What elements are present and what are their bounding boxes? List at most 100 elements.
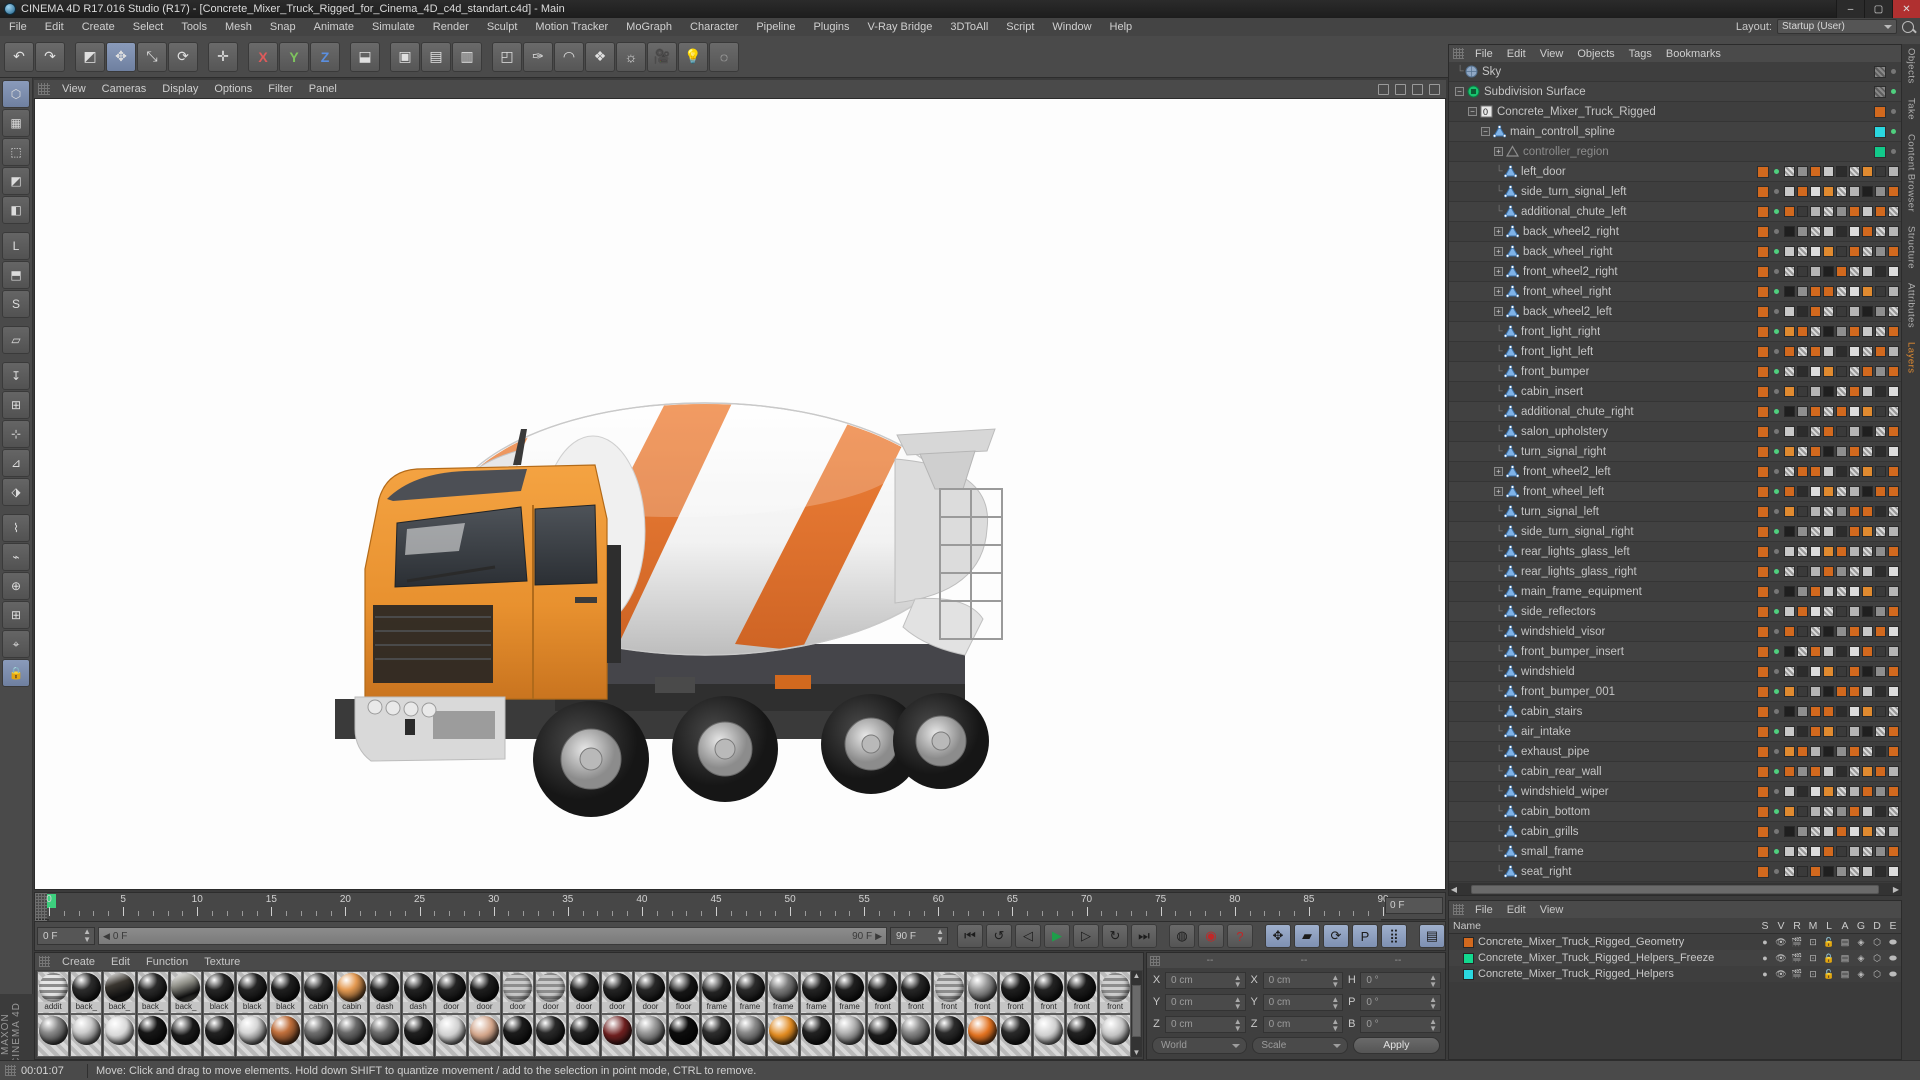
material-cell[interactable]: [833, 1014, 866, 1057]
material-tag[interactable]: [1849, 626, 1860, 637]
material-tag[interactable]: [1784, 626, 1795, 637]
light-button[interactable]: 💡: [678, 41, 708, 72]
material-tag[interactable]: [1862, 726, 1873, 737]
viewport-menu-panel[interactable]: Panel: [301, 83, 345, 95]
spinner-icon[interactable]: ▲ ▼: [83, 928, 91, 944]
material-cell[interactable]: [700, 1014, 733, 1057]
material-tag[interactable]: [1810, 326, 1821, 337]
material-tag[interactable]: [1784, 466, 1795, 477]
viewport-menu-view[interactable]: View: [54, 83, 94, 95]
material-tag[interactable]: [1797, 726, 1808, 737]
material-tag[interactable]: [1797, 386, 1808, 397]
points-mode-button[interactable]: ⬚: [2, 138, 30, 166]
material-tag[interactable]: [1888, 206, 1899, 217]
material-tag[interactable]: [1836, 346, 1847, 357]
material-tag[interactable]: [1784, 846, 1795, 857]
material-tag[interactable]: [1797, 566, 1808, 577]
material-tag[interactable]: [1888, 426, 1899, 437]
table-row[interactable]: └ additional_chute_left: [1449, 202, 1901, 222]
material-tag[interactable]: [1810, 186, 1821, 197]
material-tag[interactable]: [1875, 566, 1886, 577]
material-tag[interactable]: [1836, 326, 1847, 337]
material-tag[interactable]: [1797, 666, 1808, 677]
layer-toggle-e[interactable]: ⬬: [1885, 969, 1901, 980]
hscroll-thumb[interactable]: [1471, 884, 1879, 894]
material-tag[interactable]: [1810, 286, 1821, 297]
material-cell[interactable]: [1032, 1014, 1065, 1057]
material-manager-panel[interactable]: Create Edit Function Texture addit back_ back…: [34, 952, 1144, 1060]
enable-axis-button[interactable]: ⬒: [2, 261, 30, 289]
material-tag[interactable]: [1875, 506, 1886, 517]
material-tag[interactable]: [1823, 846, 1834, 857]
material-tag[interactable]: [1810, 306, 1821, 317]
material-cell[interactable]: [136, 1014, 169, 1057]
material-tag[interactable]: [1810, 606, 1821, 617]
table-row[interactable]: └ front_light_left: [1449, 342, 1901, 362]
material-tag[interactable]: [1888, 606, 1899, 617]
timeline-button[interactable]: ▤: [1419, 924, 1445, 948]
material-tag[interactable]: [1784, 766, 1795, 777]
material-tag[interactable]: [1784, 446, 1795, 457]
material-tag[interactable]: [1836, 206, 1847, 217]
material-tag[interactable]: [1875, 426, 1886, 437]
material-tag[interactable]: [1888, 746, 1899, 757]
coordinates-menu[interactable]: -- -- --: [1147, 953, 1445, 968]
layer-toggle-a[interactable]: ▤: [1837, 937, 1853, 948]
material-tag[interactable]: [1836, 526, 1847, 537]
coordinate-row[interactable]: X0 cm ▲ ▼ X 0 cm ▲ ▼ H 0 ° ▲ ▼: [1147, 970, 1445, 990]
layer-toggle-s[interactable]: ●: [1757, 937, 1773, 947]
material-tag[interactable]: [1823, 266, 1834, 277]
menu-item-3dtoall[interactable]: 3DToAll: [941, 18, 997, 36]
layer-tag[interactable]: [1757, 405, 1769, 418]
material-tag[interactable]: [1888, 286, 1899, 297]
visibility-dot[interactable]: [1774, 849, 1779, 854]
material-tag[interactable]: [1823, 366, 1834, 377]
material-tag[interactable]: [1888, 686, 1899, 697]
panel-grip-icon[interactable]: [1453, 48, 1464, 59]
material-tag[interactable]: [1836, 606, 1847, 617]
layer-tag[interactable]: [1757, 685, 1769, 698]
material-tag[interactable]: [1836, 426, 1847, 437]
material-tag[interactable]: [1862, 666, 1873, 677]
object-tags[interactable]: [1757, 705, 1899, 718]
layer-tag[interactable]: [1757, 705, 1769, 718]
lock-z-axis-button[interactable]: Z: [310, 41, 340, 72]
visibility-dot[interactable]: [1774, 789, 1779, 794]
material-tag[interactable]: [1797, 706, 1808, 717]
layer-tag[interactable]: [1757, 445, 1769, 458]
material-cell[interactable]: [169, 1014, 202, 1057]
poly-snap-button[interactable]: ⬗: [2, 478, 30, 506]
render-view-button[interactable]: ▣: [390, 41, 420, 72]
material-tag[interactable]: [1862, 426, 1873, 437]
material-tag[interactable]: [1875, 346, 1886, 357]
material-tag[interactable]: [1823, 626, 1834, 637]
material-tag[interactable]: [1888, 306, 1899, 317]
material-tag[interactable]: [1875, 766, 1886, 777]
material-tag[interactable]: [1810, 446, 1821, 457]
material-tag[interactable]: [1875, 726, 1886, 737]
material-tag[interactable]: [1888, 406, 1899, 417]
object-tags[interactable]: [1757, 445, 1899, 458]
material-tag[interactable]: [1862, 326, 1873, 337]
layer-toggle-s[interactable]: ●: [1757, 953, 1773, 963]
spinner-icon[interactable]: ▲ ▼: [1234, 1017, 1242, 1032]
visibility-dot[interactable]: [1774, 369, 1779, 374]
material-tag[interactable]: [1875, 286, 1886, 297]
material-tag[interactable]: [1836, 166, 1847, 177]
material-tag[interactable]: [1810, 566, 1821, 577]
material-tag[interactable]: [1862, 586, 1873, 597]
object-tags[interactable]: [1757, 505, 1899, 518]
material-tag[interactable]: [1797, 546, 1808, 557]
record-active-objects-button[interactable]: ◍: [1169, 924, 1195, 948]
material-tag[interactable]: [1784, 166, 1795, 177]
dock-tab-content-browser[interactable]: Content Browser: [1906, 134, 1917, 212]
material-tag[interactable]: [1784, 686, 1795, 697]
material-tag[interactable]: [1823, 786, 1834, 797]
material-tag[interactable]: [1888, 806, 1899, 817]
layer-toggle-e[interactable]: ⬬: [1885, 953, 1901, 964]
material-cell[interactable]: [966, 1014, 999, 1057]
layer-tag[interactable]: [1757, 305, 1769, 318]
menu-item-motion-tracker[interactable]: Motion Tracker: [526, 18, 617, 36]
polygons-mode-button[interactable]: ◧: [2, 196, 30, 224]
material-tag[interactable]: [1875, 366, 1886, 377]
